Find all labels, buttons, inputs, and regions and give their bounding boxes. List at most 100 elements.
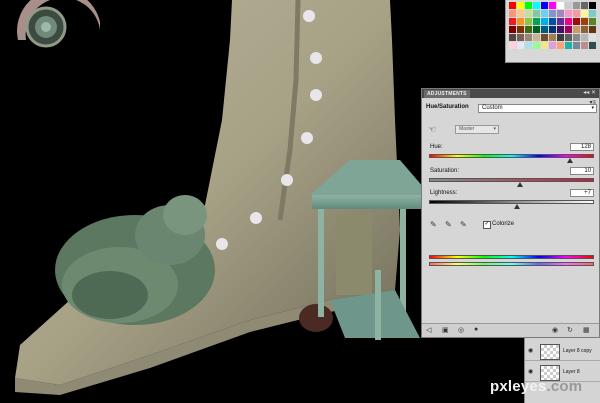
- color-swatch[interactable]: [525, 26, 532, 33]
- color-swatch[interactable]: [549, 42, 556, 49]
- channel-select[interactable]: Master ▾: [455, 125, 499, 134]
- color-swatch[interactable]: [549, 26, 556, 33]
- trash-icon[interactable]: ▦: [583, 326, 590, 334]
- color-swatch[interactable]: [565, 26, 572, 33]
- color-swatch[interactable]: [589, 26, 596, 33]
- color-swatch[interactable]: [541, 26, 548, 33]
- color-swatch[interactable]: [557, 10, 564, 17]
- color-swatch[interactable]: [525, 34, 532, 41]
- color-swatch[interactable]: [581, 18, 588, 25]
- color-swatch[interactable]: [589, 18, 596, 25]
- color-swatch[interactable]: [549, 10, 556, 17]
- eyedropper-icon[interactable]: ✎: [430, 220, 437, 229]
- swatch-grid[interactable]: [509, 2, 596, 49]
- color-swatch[interactable]: [589, 10, 596, 17]
- preset-value: Custom: [482, 105, 503, 111]
- color-swatch[interactable]: [533, 18, 540, 25]
- hue-slider-thumb[interactable]: [567, 158, 574, 163]
- eye-icon[interactable]: ◉: [528, 347, 533, 354]
- lightness-input[interactable]: +7: [570, 189, 594, 197]
- color-swatch[interactable]: [517, 26, 524, 33]
- color-swatch[interactable]: [557, 2, 564, 9]
- color-swatch[interactable]: [565, 42, 572, 49]
- color-swatch[interactable]: [541, 2, 548, 9]
- color-swatch[interactable]: [541, 18, 548, 25]
- eye-icon[interactable]: ◉: [528, 368, 533, 375]
- color-swatch[interactable]: [541, 34, 548, 41]
- color-swatch[interactable]: [549, 18, 556, 25]
- color-swatch[interactable]: [573, 2, 580, 9]
- adjustments-footer: ◁ ▣ ◎ ● ◉ ↻ ▦: [422, 323, 599, 337]
- color-swatch[interactable]: [517, 42, 524, 49]
- color-swatch[interactable]: [557, 42, 564, 49]
- color-swatch[interactable]: [509, 42, 516, 49]
- color-swatch[interactable]: [573, 26, 580, 33]
- color-swatch[interactable]: [509, 18, 516, 25]
- color-swatch[interactable]: [581, 42, 588, 49]
- color-swatch[interactable]: [517, 10, 524, 17]
- previous-state-icon[interactable]: ◉: [552, 326, 558, 334]
- saturation-slider-thumb[interactable]: [516, 182, 523, 187]
- green-rosette: [55, 195, 215, 325]
- lightness-slider-track[interactable]: [429, 200, 594, 204]
- color-swatch[interactable]: [533, 34, 540, 41]
- color-swatch[interactable]: [565, 34, 572, 41]
- color-swatch[interactable]: [557, 34, 564, 41]
- color-swatch[interactable]: [517, 18, 524, 25]
- color-swatch[interactable]: [533, 10, 540, 17]
- color-swatch[interactable]: [517, 2, 524, 9]
- color-swatch[interactable]: [509, 10, 516, 17]
- eyedropper-minus-icon[interactable]: ✎: [460, 220, 467, 229]
- adjustments-tab[interactable]: ADJUSTMENTS: [424, 90, 470, 98]
- color-swatch[interactable]: [549, 34, 556, 41]
- expand-view-icon[interactable]: ▣: [442, 326, 449, 334]
- color-swatch[interactable]: [573, 34, 580, 41]
- color-swatch[interactable]: [509, 2, 516, 9]
- color-swatch[interactable]: [557, 26, 564, 33]
- layer-row[interactable]: ◉ Layer 8 copy: [525, 341, 600, 361]
- color-swatch[interactable]: [581, 26, 588, 33]
- color-swatch[interactable]: [525, 10, 532, 17]
- color-swatch[interactable]: [589, 42, 596, 49]
- color-swatch[interactable]: [533, 26, 540, 33]
- lightness-slider-thumb[interactable]: [514, 204, 521, 209]
- clip-to-layer-icon[interactable]: ◎: [458, 326, 464, 334]
- color-swatch[interactable]: [565, 10, 572, 17]
- color-swatch[interactable]: [573, 42, 580, 49]
- hue-label: Hue:: [430, 144, 443, 150]
- color-swatch[interactable]: [573, 18, 580, 25]
- color-swatch[interactable]: [565, 18, 572, 25]
- color-swatch[interactable]: [557, 18, 564, 25]
- color-swatch[interactable]: [573, 10, 580, 17]
- color-swatch[interactable]: [509, 34, 516, 41]
- color-swatch[interactable]: [581, 10, 588, 17]
- color-swatch[interactable]: [533, 42, 540, 49]
- color-swatch[interactable]: [541, 42, 548, 49]
- color-swatch[interactable]: [509, 26, 516, 33]
- hue-input[interactable]: 128: [570, 143, 594, 151]
- back-arrow-icon[interactable]: ◁: [426, 326, 431, 334]
- layer-name: Layer 8: [563, 369, 580, 375]
- preset-select[interactable]: Custom ▾: [478, 104, 597, 113]
- visibility-icon[interactable]: ●: [474, 326, 478, 333]
- color-swatch[interactable]: [533, 2, 540, 9]
- reset-icon[interactable]: ↻: [567, 326, 573, 334]
- layer-thumbnail: [540, 344, 560, 360]
- color-swatch[interactable]: [549, 2, 556, 9]
- color-swatch[interactable]: [525, 18, 532, 25]
- saturation-slider-track[interactable]: [429, 178, 594, 182]
- color-swatch[interactable]: [517, 34, 524, 41]
- eyedropper-plus-icon[interactable]: ✎: [445, 220, 452, 229]
- color-swatch[interactable]: [581, 34, 588, 41]
- color-swatch[interactable]: [589, 2, 596, 9]
- color-swatch[interactable]: [565, 2, 572, 9]
- color-swatch[interactable]: [525, 2, 532, 9]
- color-swatch[interactable]: [589, 34, 596, 41]
- panel-collapse-close-icon[interactable]: ◂◂ ✕: [583, 89, 596, 98]
- color-swatch[interactable]: [525, 42, 532, 49]
- targeted-adjustment-hand-icon[interactable]: ☜: [428, 124, 436, 135]
- colorize-checkbox[interactable]: ✓: [483, 221, 491, 229]
- saturation-input[interactable]: 10: [570, 167, 594, 175]
- color-swatch[interactable]: [581, 2, 588, 9]
- color-swatch[interactable]: [541, 10, 548, 17]
